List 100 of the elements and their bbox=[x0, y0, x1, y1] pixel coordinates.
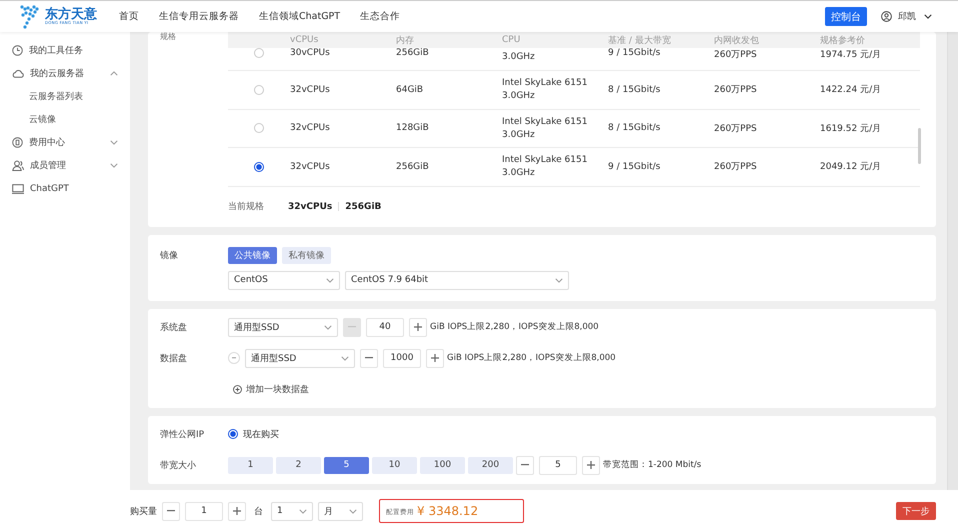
table-cell-text: 1974.75 元/月 bbox=[820, 49, 882, 61]
table-cell-text: 32vCPUs bbox=[290, 123, 331, 134]
spec-row[interactable]: 30vCPUs 256GiB 3.0GHz 9 / 15Gbit/s 260万PPS 1974.75 元/月 bbox=[228, 48, 920, 71]
table-cell-text: 1619.52 元/月 bbox=[820, 122, 882, 135]
number-input[interactable]: 1000 bbox=[383, 348, 421, 368]
table-cell-text: 2049.12 元/月 bbox=[820, 161, 882, 174]
nav-link[interactable]: 生态合作 bbox=[360, 10, 400, 23]
disk-type-select[interactable]: 通用型SSD bbox=[228, 318, 338, 336]
user-icon bbox=[881, 11, 892, 22]
chevron-icon bbox=[110, 71, 118, 76]
field-label: 规格 bbox=[159, 32, 177, 42]
current-spec-value: 32vCPUs bbox=[288, 202, 332, 212]
bandwidth-option[interactable]: 100 bbox=[420, 456, 465, 474]
spec-row[interactable]: 32vCPUs 256GiB Intel SkyLake 6151 3.0GHz 9 / 15Gbit/s 260万PPS 2049.12 元/月 bbox=[228, 148, 920, 186]
table-cell-text: 8 / 15Gbit/s bbox=[608, 84, 662, 95]
increment-button[interactable] bbox=[228, 502, 246, 520]
image-tab[interactable]: 私有镜像 bbox=[282, 246, 331, 264]
table-cell-text: 256GiB bbox=[396, 48, 430, 58]
table-cell-text: Intel SkyLake 6151 bbox=[502, 155, 588, 166]
bandwidth-option[interactable]: 1 bbox=[228, 456, 273, 474]
number-input[interactable]: 5 bbox=[539, 456, 577, 474]
version-select[interactable]: CentOS 7.9 64bit bbox=[345, 270, 569, 290]
chevron-icon bbox=[110, 163, 118, 168]
table-cell-text: 3.0GHz bbox=[502, 52, 536, 62]
table-cell-text: 1422.24 元/月 bbox=[820, 84, 882, 96]
console-button[interactable]: 控制台 bbox=[825, 7, 867, 26]
chevron-icon bbox=[326, 278, 334, 282]
table-cell-text: 256GiB bbox=[396, 162, 430, 172]
cloud-icon bbox=[12, 69, 24, 78]
field-label: 系统盘 bbox=[159, 322, 188, 334]
table-cell-text: Intel SkyLake 6151 bbox=[502, 78, 588, 88]
radio-label: 现在购买 bbox=[243, 428, 279, 440]
image-tab[interactable]: 公共镜像 bbox=[228, 246, 277, 264]
field-label: 弹性公网IP bbox=[159, 428, 206, 440]
increment-button[interactable] bbox=[426, 348, 444, 368]
table-cell-text: 260万PPS bbox=[714, 49, 758, 61]
scrollbar[interactable] bbox=[947, 32, 958, 490]
logo-name: 东方天意 bbox=[45, 8, 97, 21]
nav-link[interactable]: 生信领域ChatGPT bbox=[259, 10, 340, 23]
current-spec-value: 256GiB bbox=[345, 202, 382, 212]
clock-icon bbox=[12, 45, 23, 56]
plus-icon bbox=[587, 461, 595, 469]
bandwidth-option[interactable]: 10 bbox=[372, 456, 417, 474]
field-label: 镜像 bbox=[159, 250, 179, 262]
unit-label: 台 bbox=[254, 506, 263, 518]
decrement-button[interactable] bbox=[516, 456, 534, 474]
table-cell-text: 128GiB bbox=[396, 123, 430, 134]
disk-note: GiB IOPS上限2,280，IOPS突发上限8,000 bbox=[447, 352, 616, 364]
minus-icon bbox=[348, 326, 356, 328]
sidebar-subitem[interactable]: 云服务器列表 bbox=[0, 85, 130, 108]
user-name[interactable]: 邱凯 bbox=[898, 10, 916, 23]
decrement-button[interactable] bbox=[162, 502, 180, 520]
column-header: 基准 / 最大带宽 bbox=[608, 34, 672, 46]
table-cell-text: 260万PPS bbox=[714, 84, 758, 96]
table-cell-text: 64GiB bbox=[396, 84, 424, 95]
increment-button[interactable] bbox=[409, 318, 427, 336]
sidebar-item[interactable]: 成员管理 bbox=[0, 154, 130, 177]
sidebar-item[interactable]: 费用中心 bbox=[0, 131, 130, 154]
next-button[interactable]: 下一步 bbox=[896, 502, 936, 520]
increment-button[interactable] bbox=[582, 456, 600, 474]
bandwidth-option[interactable]: 200 bbox=[468, 456, 513, 474]
spec-row[interactable]: 32vCPUs 128GiB Intel SkyLake 6151 3.0GHz 8 / 15Gbit/s 260万PPS 1619.52 元/月 bbox=[228, 110, 920, 148]
table-cell-text: 9 / 15Gbit/s bbox=[608, 48, 662, 58]
nav-link[interactable]: 首页 bbox=[119, 10, 139, 23]
bandwidth-range-note: 带宽范围：1-200 Mbit/s bbox=[603, 459, 702, 471]
price-value: ¥ 3348.12 bbox=[417, 504, 478, 518]
table-cell-text: Intel SkyLake 6151 bbox=[502, 116, 588, 127]
minus-icon bbox=[521, 464, 529, 466]
scrollbar[interactable] bbox=[918, 128, 921, 164]
number-input[interactable]: 40 bbox=[366, 318, 404, 336]
bandwidth-option[interactable]: 5 bbox=[324, 456, 369, 474]
chevron-icon[interactable] bbox=[924, 14, 932, 19]
radio-button[interactable] bbox=[228, 429, 238, 439]
minus-icon bbox=[167, 510, 175, 512]
disk-note: GiB IOPS上限2,280，IOPS突发上限8,000 bbox=[430, 321, 599, 333]
field-label: 当前规格 bbox=[228, 200, 265, 213]
table-cell-text: 32vCPUs bbox=[290, 84, 331, 95]
disk-type-select[interactable]: 通用型SSD bbox=[245, 348, 355, 368]
plus-icon bbox=[233, 507, 241, 515]
field-label: 数据盘 bbox=[159, 352, 188, 364]
spec-row[interactable]: 32vCPUs 64GiB Intel SkyLake 6151 3.0GHz 8 / 15Gbit/s 260万PPS 1422.24 元/月 bbox=[228, 71, 920, 110]
table-cell-text: 260万PPS bbox=[714, 122, 758, 135]
duration-select[interactable]: 1 bbox=[271, 502, 313, 520]
column-header: vCPUs bbox=[290, 35, 320, 45]
bandwidth-option[interactable]: 2 bbox=[276, 456, 321, 474]
sidebar-item[interactable]: ChatGPT bbox=[0, 177, 130, 200]
nav-link[interactable]: 生信专用云服务器 bbox=[159, 10, 239, 23]
sidebar-subitem[interactable]: 云镜像 bbox=[0, 108, 130, 131]
os-select[interactable]: CentOS bbox=[228, 270, 340, 290]
monitor-icon bbox=[12, 184, 24, 194]
table-cell-text: 9 / 15Gbit/s bbox=[608, 162, 662, 172]
period-select[interactable]: 月 bbox=[318, 502, 363, 520]
add-disk-link[interactable]: 增加一块数据盘 bbox=[233, 382, 309, 396]
minus-icon bbox=[232, 357, 236, 359]
radio-button[interactable] bbox=[254, 162, 264, 172]
number-input[interactable]: 1 bbox=[185, 502, 223, 520]
decrement-button[interactable] bbox=[360, 348, 378, 368]
chevron-icon bbox=[555, 278, 563, 282]
sidebar-item[interactable]: 我的工具任务 bbox=[0, 39, 130, 62]
sidebar-item[interactable]: 我的云服务器 bbox=[0, 62, 130, 85]
